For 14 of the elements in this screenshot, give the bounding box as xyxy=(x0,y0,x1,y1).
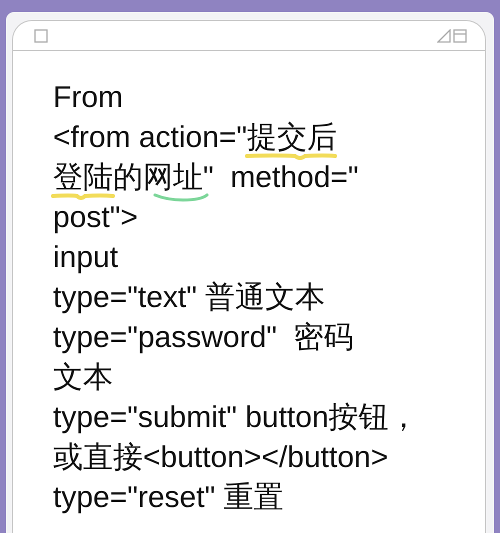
square-icon xyxy=(34,28,48,42)
code-line: post"> xyxy=(53,202,138,234)
code-line: type="reset" 重置 xyxy=(53,482,284,514)
code-line: <from action="提交后 xyxy=(53,122,338,154)
window-icons xyxy=(437,28,467,42)
code-line: 登陆的网址" method=" xyxy=(53,162,359,194)
code-line: type="text" 普通文本 xyxy=(53,282,326,314)
code-line: type="password" 密码 xyxy=(53,322,354,354)
code-line: 或直接<button></button> xyxy=(53,442,388,474)
highlight-underline xyxy=(51,194,115,201)
code-line: type="submit" button按钮， xyxy=(53,402,419,434)
code-line: 文本 xyxy=(53,362,113,394)
code-line: From xyxy=(53,82,123,114)
code-line: input xyxy=(53,242,118,274)
